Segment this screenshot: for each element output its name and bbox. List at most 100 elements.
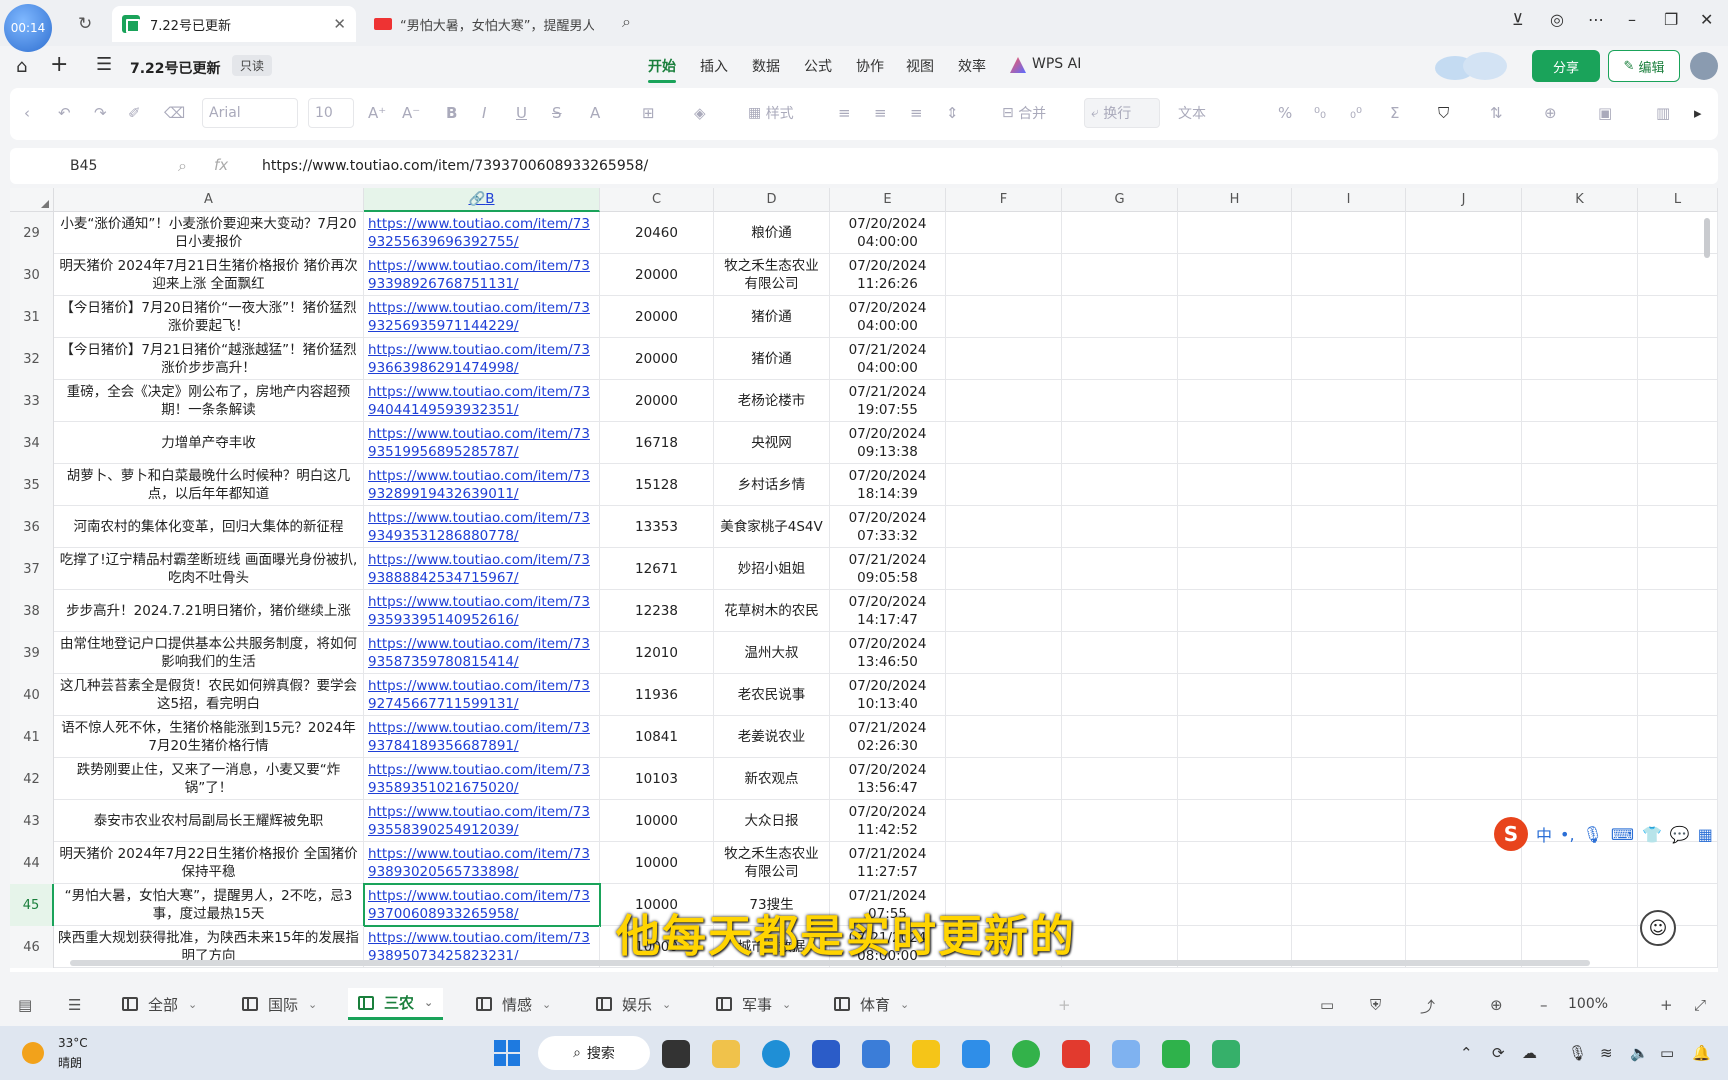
cell-empty[interactable]	[1522, 338, 1638, 380]
cell-author[interactable]: 温州大叔	[714, 632, 830, 674]
align-right-icon[interactable]: ≡	[910, 104, 923, 122]
cell-empty[interactable]	[1292, 842, 1406, 884]
punctuation-icon[interactable]: •,	[1560, 825, 1575, 844]
filter-icon[interactable]: ⛉	[1438, 104, 1449, 122]
link-text[interactable]: https://www.toutiao.com/item/73932569359…	[368, 299, 595, 335]
row-number[interactable]: 34	[10, 422, 54, 464]
cell-reads[interactable]: 15128	[600, 464, 714, 506]
row-number[interactable]: 31	[10, 296, 54, 338]
share-button[interactable]: 分享	[1532, 50, 1600, 82]
battery-icon[interactable]: ▭	[1660, 1044, 1674, 1062]
sheet-tab[interactable]: 三农 ⌄	[348, 988, 444, 1020]
screen-recorder-icon[interactable]	[1212, 1040, 1240, 1068]
row-number[interactable]: 32	[10, 338, 54, 380]
cell-title[interactable]: 河南农村的集体化变革，回归大集体的新征程	[54, 506, 364, 548]
cell-empty[interactable]	[1522, 422, 1638, 464]
browser-icon[interactable]	[1012, 1040, 1040, 1068]
cell-empty[interactable]	[1178, 842, 1292, 884]
link-text[interactable]: https://www.toutiao.com/item/73935933951…	[368, 593, 595, 629]
col-header-j[interactable]: J	[1406, 188, 1522, 212]
cell-empty[interactable]	[946, 632, 1062, 674]
link-text[interactable]: https://www.toutiao.com/item/73932899194…	[368, 467, 595, 503]
cell-empty[interactable]	[1292, 506, 1406, 548]
cell-empty[interactable]	[1062, 464, 1178, 506]
cell-datetime[interactable]: 07/20/2024 09:13:38	[830, 422, 946, 464]
cell-empty[interactable]	[1406, 254, 1522, 296]
cell-link[interactable]: https://www.toutiao.com/item/73938930205…	[364, 842, 600, 884]
cell-reads[interactable]: 20000	[600, 338, 714, 380]
cell-empty[interactable]	[1178, 338, 1292, 380]
cell-author[interactable]: 妙招小姐姐	[714, 548, 830, 590]
cell-empty[interactable]	[1178, 716, 1292, 758]
cell-empty[interactable]	[1292, 632, 1406, 674]
cell-empty[interactable]	[1178, 674, 1292, 716]
cell-empty[interactable]	[1292, 674, 1406, 716]
cell-empty[interactable]	[1522, 506, 1638, 548]
cell-reads[interactable]: 20000	[600, 380, 714, 422]
cell-empty[interactable]	[1522, 254, 1638, 296]
cell-empty[interactable]	[1522, 632, 1638, 674]
cell-datetime[interactable]: 07/21/2024 04:00:00	[830, 338, 946, 380]
restore-icon[interactable]: ❐	[1664, 10, 1678, 29]
cell-empty[interactable]	[1062, 716, 1178, 758]
weather-icon[interactable]	[22, 1042, 44, 1064]
cell-empty[interactable]	[1638, 422, 1718, 464]
cell-empty[interactable]	[1406, 296, 1522, 338]
cell-datetime[interactable]: 07/20/2024 14:17:47	[830, 590, 946, 632]
cell-empty[interactable]	[1522, 590, 1638, 632]
link-text[interactable]: https://www.toutiao.com/item/73932556396…	[368, 215, 595, 251]
bold-icon[interactable]: B	[446, 104, 457, 122]
cell-reads[interactable]: 13353	[600, 506, 714, 548]
cell-empty[interactable]	[1292, 800, 1406, 842]
cell-empty[interactable]	[1062, 422, 1178, 464]
sync-icon[interactable]: ⟳	[1492, 1044, 1505, 1062]
network-app-icon[interactable]	[1112, 1040, 1140, 1068]
row-number[interactable]: 42	[10, 758, 54, 800]
cell-datetime[interactable]: 07/20/2024 04:00:00	[830, 296, 946, 338]
volume-icon[interactable]: 🔈	[1630, 1044, 1649, 1062]
link-text[interactable]: https://www.toutiao.com/item/73936639862…	[368, 341, 595, 377]
eraser-icon[interactable]: ⌫	[164, 104, 185, 122]
cell-empty[interactable]	[946, 338, 1062, 380]
toolbar-more-icon[interactable]: ▸	[1694, 104, 1702, 122]
cell-empty[interactable]	[946, 758, 1062, 800]
select-all-corner[interactable]	[10, 188, 54, 212]
style-select[interactable]: ▦ 样式	[742, 98, 818, 128]
cell-link[interactable]: https://www.toutiao.com/item/73935933951…	[364, 590, 600, 632]
cell-empty[interactable]	[1292, 758, 1406, 800]
row-number[interactable]: 40	[10, 674, 54, 716]
cell-empty[interactable]	[1406, 674, 1522, 716]
cell-datetime[interactable]: 07/20/2024 13:56:47	[830, 758, 946, 800]
image-icon[interactable]: ▣	[1598, 104, 1612, 122]
cell-empty[interactable]	[946, 506, 1062, 548]
cell-empty[interactable]	[1292, 548, 1406, 590]
cell-empty[interactable]	[946, 674, 1062, 716]
cell-empty[interactable]	[946, 590, 1062, 632]
menu-start[interactable]: 开始	[648, 56, 676, 76]
cell-empty[interactable]	[1062, 674, 1178, 716]
link-text[interactable]: https://www.toutiao.com/item/73935873597…	[368, 635, 595, 671]
menu-data[interactable]: 数据	[752, 56, 780, 76]
cell-empty[interactable]	[1522, 380, 1638, 422]
align-left-icon[interactable]: ≡	[838, 104, 851, 122]
cell-author[interactable]: 大众日报	[714, 800, 830, 842]
cell-empty[interactable]	[1292, 884, 1406, 926]
col-header-d[interactable]: D	[714, 188, 830, 212]
cell-empty[interactable]	[1292, 338, 1406, 380]
cell-empty[interactable]	[946, 212, 1062, 254]
cell-title[interactable]: 胡萝卜、萝卜和白菜最晚什么时候种？明白这几点，以后年年都知道	[54, 464, 364, 506]
cell-empty[interactable]	[1062, 590, 1178, 632]
font-color-icon[interactable]: A	[590, 104, 600, 122]
cell-empty[interactable]	[946, 422, 1062, 464]
zoom-icon[interactable]: ⌕	[178, 156, 187, 176]
wps-icon[interactable]	[1062, 1040, 1090, 1068]
cell-title[interactable]: 泰安市农业农村局副局长王耀辉被免职	[54, 800, 364, 842]
menu-view[interactable]: 视图	[906, 56, 934, 76]
cell-empty[interactable]	[1062, 632, 1178, 674]
more-icon[interactable]: ⋯	[1588, 10, 1604, 29]
cell-empty[interactable]	[1062, 296, 1178, 338]
cell-link[interactable]: https://www.toutiao.com/item/73932899194…	[364, 464, 600, 506]
cell-link[interactable]: https://www.toutiao.com/item/73933989267…	[364, 254, 600, 296]
cell-author[interactable]: 牧之禾生态农业有限公司	[714, 254, 830, 296]
cell-empty[interactable]	[1178, 380, 1292, 422]
